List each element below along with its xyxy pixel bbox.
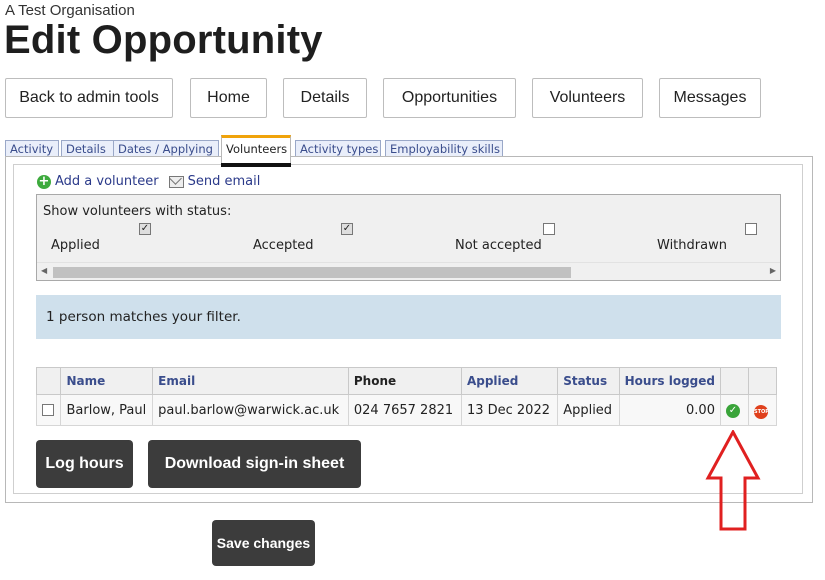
stop-icon[interactable]: STOP [753,404,769,419]
withdrawn-label: Withdrawn [657,238,727,253]
add-volunteer-link[interactable]: Add a volunteer [55,174,159,189]
add-icon[interactable]: + [37,174,51,189]
scroll-right-icon[interactable]: ▶ [770,266,776,275]
withdrawn-checkbox[interactable] [745,223,757,235]
scrollbar-thumb[interactable] [53,267,571,278]
name-column-header[interactable]: Name [60,367,154,395]
tab-volunteers[interactable]: Volunteers [221,135,291,167]
save-changes-button[interactable]: Save changes [212,520,315,566]
stop-icon-text: STOP [753,408,769,415]
volunteer-applied-date: 13 Dec 2022 [460,394,559,426]
accept-cell: ✓ [719,394,749,426]
email-column-header[interactable]: Email [152,367,349,395]
volunteer-actions: + Add a volunteer Send email [37,174,260,189]
tab-dates-applying[interactable]: Dates / Applying [113,140,219,156]
volunteer-phone: 024 7657 2821 [347,394,462,426]
back-to-admin-button[interactable]: Back to admin tools [5,78,173,118]
envelope-icon[interactable] [168,175,184,188]
red-up-arrow-annotation [705,430,761,531]
details-button[interactable]: Details [283,78,367,118]
tab-activity[interactable]: Activity [5,140,59,156]
messages-button[interactable]: Messages [659,78,761,118]
log-hours-button[interactable]: Log hours [36,440,133,488]
not-accepted-checkbox[interactable] [543,223,555,235]
select-column-header [35,367,62,395]
accept-column-header [719,367,749,395]
organisation-name: A Test Organisation [5,2,135,19]
accept-check-icon[interactable]: ✓ [725,404,740,418]
not-accepted-label: Not accepted [455,238,542,253]
tab-employability-skills[interactable]: Employability skills [385,140,503,156]
accepted-checkbox[interactable]: ✓ [341,223,353,235]
applied-label: Applied [51,238,100,253]
horizontal-scrollbar[interactable]: ◀ ▶ [37,262,780,280]
volunteers-button[interactable]: Volunteers [532,78,643,118]
tab-details[interactable]: Details [61,140,115,156]
volunteer-email: paul.barlow@warwick.ac.uk [152,394,349,426]
status-filter: Show volunteers with status: ✓ Applied ✓… [36,194,781,281]
page-title: Edit Opportunity [4,18,323,62]
volunteer-name: Barlow, Paul [60,394,154,426]
volunteer-hours: 0.00 [618,394,721,426]
applied-column-header[interactable]: Applied [460,367,559,395]
row-checkbox[interactable] [42,404,54,416]
tab-activity-types[interactable]: Activity types [295,140,381,156]
filter-label: Show volunteers with status: [43,204,232,219]
hours-column-header[interactable]: Hours logged [618,367,721,395]
filter-result-message: 1 person matches your filter. [36,295,781,339]
phone-column-header: Phone [347,367,462,395]
home-button[interactable]: Home [190,78,267,118]
reject-column-header [747,367,778,395]
volunteer-status: Applied [557,394,620,426]
accepted-label: Accepted [253,238,314,253]
volunteers-table: Name Email Phone Applied Status Hours lo… [35,367,778,426]
reject-cell: STOP [747,394,778,426]
send-email-link[interactable]: Send email [188,174,261,189]
status-column-header[interactable]: Status [557,367,620,395]
applied-checkbox[interactable]: ✓ [139,223,151,235]
scroll-left-icon[interactable]: ◀ [41,266,47,275]
download-sign-in-sheet-button[interactable]: Download sign-in sheet [148,440,361,488]
table-row: Barlow, Paul paul.barlow@warwick.ac.uk 0… [35,394,778,426]
opportunities-button[interactable]: Opportunities [383,78,516,118]
row-select-cell [35,394,62,426]
